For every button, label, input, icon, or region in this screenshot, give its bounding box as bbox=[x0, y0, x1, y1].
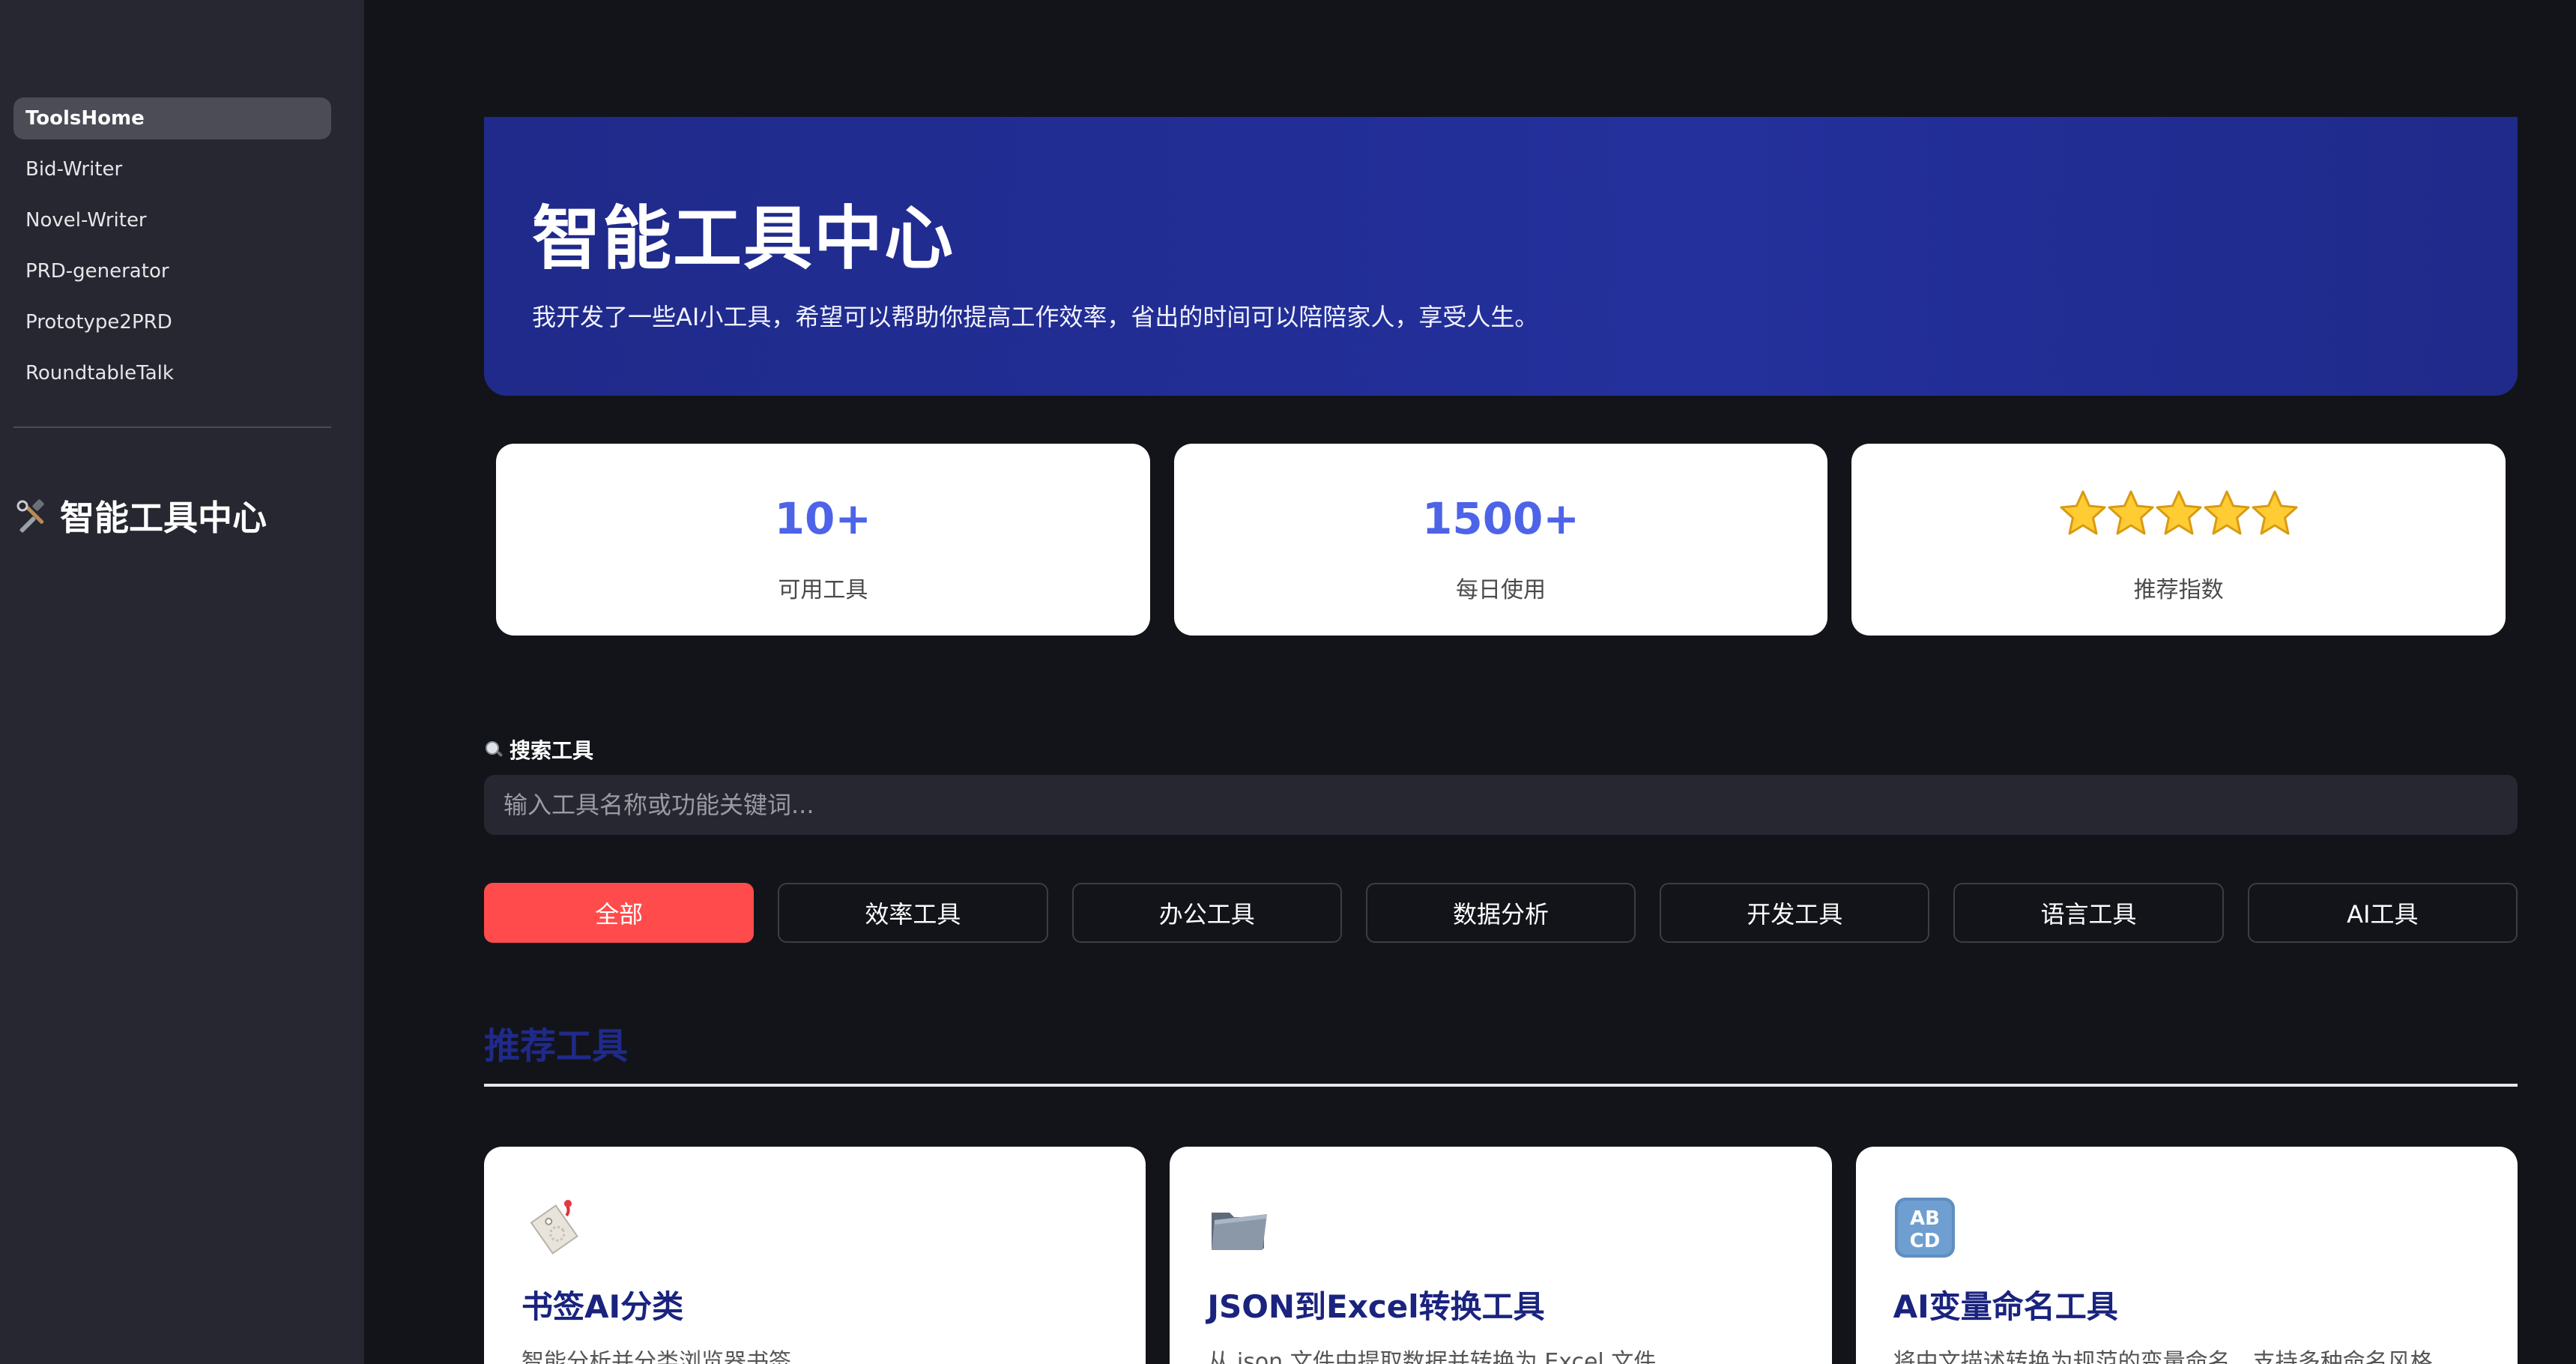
filter-development-button[interactable]: 开发工具 bbox=[1660, 883, 1930, 943]
star-icon bbox=[2108, 490, 2154, 535]
filter-office-button[interactable]: 办公工具 bbox=[1071, 883, 1342, 943]
star-icon bbox=[2204, 490, 2250, 535]
stat-card-daily-usage: 1500+ 每日使用 bbox=[1173, 444, 1828, 636]
sidebar-item-novel-writer[interactable]: Novel-Writer bbox=[13, 199, 331, 241]
tool-card-title: JSON到Excel转换工具 bbox=[1207, 1288, 1545, 1325]
tool-card-ai-variable-naming[interactable]: AB CD AI变量命名工具 将中文描述转换为规范的变量命名，支持多种命名风格 bbox=[1855, 1147, 2518, 1364]
tool-card-title: AI变量命名工具 bbox=[1893, 1288, 2118, 1325]
sidebar: ToolsHome Bid-Writer Novel-Writer PRD-ge… bbox=[0, 0, 364, 1364]
stat-value: 10+ bbox=[774, 493, 871, 544]
svg-text:CD: CD bbox=[1909, 1230, 1940, 1252]
tool-card-bookmark-ai[interactable]: 书签AI分类 智能分析并分类浏览器书签 bbox=[484, 1147, 1146, 1364]
sidebar-nav: ToolsHome Bid-Writer Novel-Writer PRD-ge… bbox=[13, 97, 331, 403]
stat-card-tools: 10+ 可用工具 bbox=[496, 444, 1150, 636]
abcd-icon: AB CD bbox=[1894, 1198, 1955, 1258]
sidebar-item-prototype2prd[interactable]: Prototype2PRD bbox=[13, 301, 331, 343]
sidebar-item-prd-generator[interactable]: PRD-generator bbox=[13, 250, 331, 292]
hammer-wrench-icon bbox=[16, 499, 44, 533]
stat-value: 1500+ bbox=[1421, 493, 1580, 544]
stat-label: 可用工具 bbox=[778, 577, 868, 603]
star-icon bbox=[2252, 490, 2298, 535]
filter-data-analysis-button[interactable]: 数据分析 bbox=[1365, 883, 1636, 943]
search-label-text: 搜索工具 bbox=[510, 738, 594, 763]
sidebar-item-bid-writer[interactable]: Bid-Writer bbox=[13, 148, 331, 190]
main-content: 智能工具中心 我开发了一些AI小工具，希望可以帮助你提高工作效率，省出的时间可以… bbox=[484, 0, 2518, 1364]
tool-card-description: 将中文描述转换为规范的变量命名，支持多种命名风格 bbox=[1893, 1349, 2433, 1364]
section-title: 推荐工具 bbox=[484, 1025, 629, 1067]
sidebar-item-roundtabletalk[interactable]: RoundtableTalk bbox=[13, 352, 331, 394]
sidebar-title-text: 智能工具中心 bbox=[60, 498, 267, 538]
filter-ai-button[interactable]: AI工具 bbox=[2247, 883, 2518, 943]
tool-card-title: 书签AI分类 bbox=[521, 1288, 684, 1325]
magnifier-icon bbox=[486, 741, 503, 757]
filter-language-button[interactable]: 语言工具 bbox=[1953, 883, 2224, 943]
hero-banner: 智能工具中心 我开发了一些AI小工具，希望可以帮助你提高工作效率，省出的时间可以… bbox=[484, 117, 2518, 396]
category-filters: 全部 效率工具 办公工具 数据分析 开发工具 语言工具 AI工具 bbox=[484, 883, 2518, 943]
tool-card-description: 智能分析并分类浏览器书签 bbox=[521, 1349, 791, 1364]
search-label: 搜索工具 bbox=[484, 734, 593, 764]
sidebar-item-toolshome[interactable]: ToolsHome bbox=[13, 97, 331, 139]
search-input[interactable] bbox=[484, 775, 2518, 835]
star-icon bbox=[2060, 490, 2106, 535]
star-icon bbox=[2156, 490, 2202, 535]
folder-icon bbox=[1212, 1213, 1268, 1250]
tool-cards: 书签AI分类 智能分析并分类浏览器书签 JSON到Excel转换工具 从 jso… bbox=[484, 1147, 2518, 1364]
stat-label: 推荐指数 bbox=[2133, 577, 2224, 603]
hero-description: 我开发了一些AI小工具，希望可以帮助你提高工作效率，省出的时间可以陪陪家人，享受… bbox=[532, 303, 1539, 331]
filter-efficiency-button[interactable]: 效率工具 bbox=[778, 883, 1048, 943]
section-divider bbox=[484, 1084, 2518, 1087]
stat-label: 每日使用 bbox=[1456, 577, 1546, 603]
filter-all-button[interactable]: 全部 bbox=[484, 883, 755, 943]
sidebar-divider bbox=[13, 426, 331, 428]
bookmark-tag-icon bbox=[530, 1200, 578, 1255]
stats-row: 10+ 可用工具 1500+ 每日使用 推荐指数 bbox=[496, 444, 2506, 636]
stat-card-rating: 推荐指数 bbox=[1851, 444, 2506, 636]
svg-text:AB: AB bbox=[1910, 1207, 1940, 1230]
rating-stars bbox=[1851, 489, 2506, 538]
tool-card-description: 从 json 文件中提取数据并转换为 Excel 文件 bbox=[1207, 1349, 1657, 1364]
page-title: 智能工具中心 bbox=[532, 199, 955, 279]
sidebar-title: 智能工具中心 bbox=[13, 491, 267, 540]
tool-card-json-to-excel[interactable]: JSON到Excel转换工具 从 json 文件中提取数据并转换为 Excel … bbox=[1170, 1147, 1832, 1364]
